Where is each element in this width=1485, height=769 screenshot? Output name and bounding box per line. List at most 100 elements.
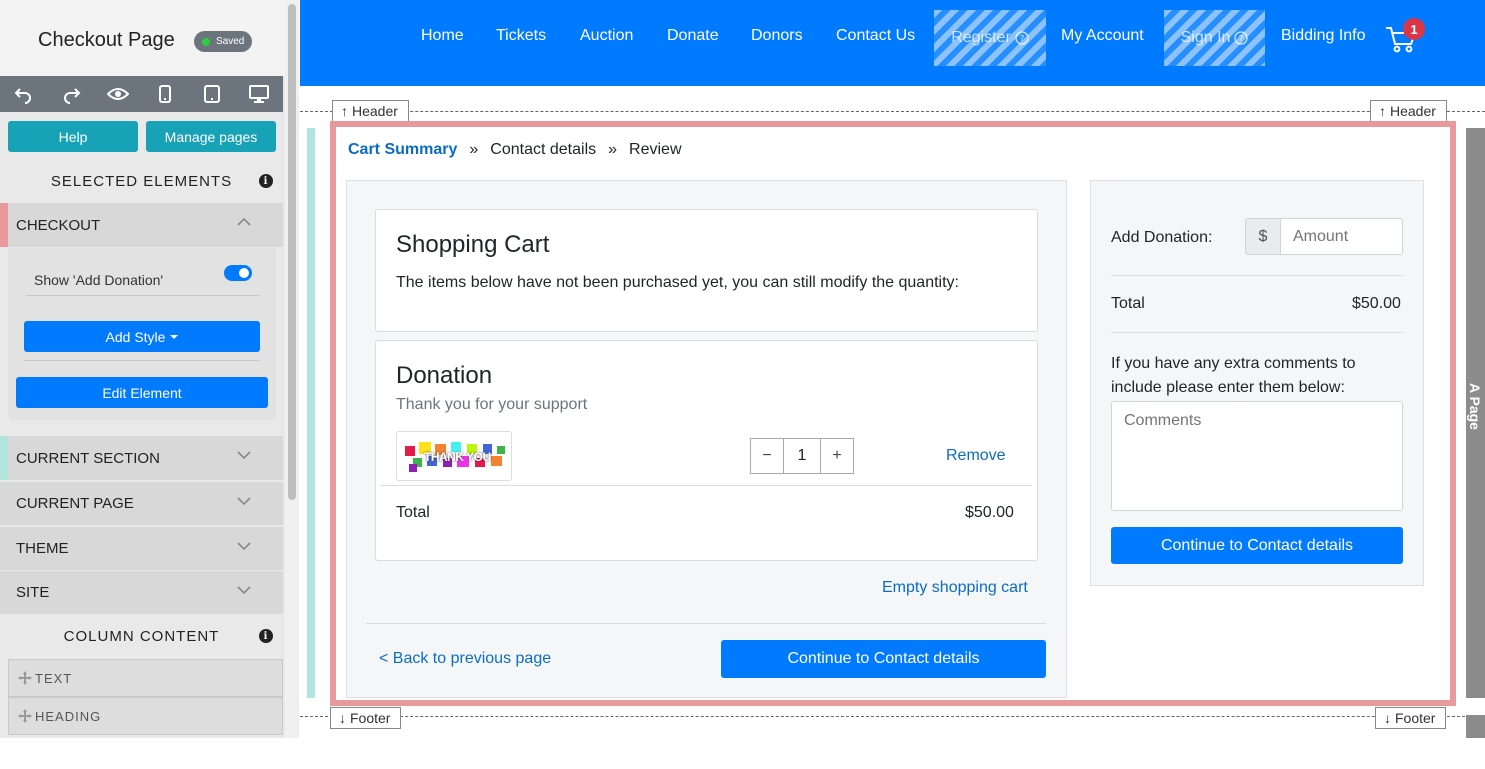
nav-auction[interactable]: Auction (580, 27, 633, 45)
header-marker-left[interactable]: ↑ Header (332, 100, 409, 122)
quantity-stepper: − 1 + (750, 438, 854, 474)
breadcrumb-separator: » (608, 141, 618, 158)
increase-quantity-button[interactable]: + (821, 439, 853, 473)
header-marker-label: Header (352, 103, 398, 119)
comments-prompt: If you have any extra comments to includ… (1111, 355, 1356, 396)
caret-down-icon (170, 334, 179, 339)
item-total-label: Total (396, 504, 430, 521)
drag-item-heading[interactable]: HEADING (8, 697, 283, 735)
redo-icon[interactable] (47, 76, 94, 112)
breadcrumb-contact-details: Contact details (490, 141, 597, 158)
show-add-donation-row: Show 'Add Donation' (26, 264, 260, 296)
add-donation-label: Add Donation: (1111, 229, 1213, 246)
divider (24, 360, 260, 361)
empty-cart-link[interactable]: Empty shopping cart (882, 579, 1028, 597)
header-marker-label: Header (1390, 103, 1436, 119)
arrow-up-icon: ↑ (1379, 103, 1386, 119)
accordion-checkout-label: CHECKOUT (16, 216, 101, 234)
desktop-view-icon[interactable] (236, 76, 283, 112)
scrollbar-thumb[interactable] (288, 4, 296, 500)
shopping-cart-intro-text: The items below have not been purchased … (396, 274, 959, 291)
show-add-donation-toggle[interactable] (224, 265, 252, 281)
sidebar-header: Checkout Page Saved (0, 0, 285, 76)
saved-label: Saved (216, 36, 245, 47)
move-icon (18, 671, 32, 685)
column-content-label: COLUMN CONTENT (63, 627, 220, 645)
sidebar-scrollbar[interactable] (285, 0, 299, 769)
nav-register-hidden[interactable]: Register ? (934, 10, 1046, 66)
summary-total-label: Total (1111, 295, 1145, 312)
help-button[interactable]: Help (8, 121, 138, 152)
page-indicator-strip[interactable]: A Page (1466, 128, 1485, 698)
preview-eye-icon[interactable] (94, 76, 141, 112)
screenshot-torn-edge (0, 738, 1485, 769)
info-icon[interactable]: i (259, 629, 273, 643)
undo-icon[interactable] (0, 76, 47, 112)
arrow-up-icon: ↑ (341, 103, 348, 119)
add-style-button[interactable]: Add Style (24, 321, 260, 352)
nav-donate[interactable]: Donate (667, 27, 719, 45)
nav-tickets[interactable]: Tickets (496, 27, 546, 45)
nav-contact-us[interactable]: Contact Us (836, 27, 915, 45)
tablet-view-icon[interactable] (189, 76, 236, 112)
mobile-view-icon[interactable] (142, 76, 189, 112)
show-add-donation-label: Show 'Add Donation' (34, 271, 164, 288)
column-content-heading: COLUMN CONTENT i (0, 616, 283, 656)
move-icon (18, 709, 32, 723)
drag-item-text[interactable]: TEXT (8, 659, 283, 697)
accordion-site[interactable]: SITE (0, 570, 283, 614)
edit-element-button[interactable]: Edit Element (16, 377, 268, 408)
svg-text:?: ? (1239, 35, 1244, 45)
info-icon[interactable]: i (259, 174, 273, 188)
arrow-down-icon: ↓ (1384, 710, 1391, 726)
quantity-value[interactable]: 1 (783, 439, 821, 473)
summary-continue-button[interactable]: Continue to Contact details (1111, 527, 1403, 564)
nav-home[interactable]: Home (421, 27, 464, 45)
status-dot-icon (202, 37, 210, 46)
nav-donors[interactable]: Donors (751, 27, 803, 45)
divider (366, 623, 1046, 624)
accordion-theme[interactable]: THEME (0, 526, 283, 570)
accordion-theme-label: THEME (16, 540, 69, 557)
footer-marker-left[interactable]: ↓ Footer (330, 707, 402, 729)
accordion-site-label: SITE (16, 584, 50, 601)
breadcrumb-cart-summary[interactable]: Cart Summary (348, 141, 457, 158)
help-circle-icon: ? (1015, 31, 1029, 45)
checkout-breadcrumb: Cart Summary » Contact details » Review (348, 141, 682, 159)
page-strip-label: A Page (1467, 383, 1483, 430)
comments-textarea[interactable] (1111, 401, 1403, 511)
remove-item-link[interactable]: Remove (946, 447, 1006, 465)
nav-register-label: Register (951, 29, 1011, 46)
arrow-down-icon: ↓ (339, 710, 346, 726)
footer-boundary (300, 716, 1485, 717)
nav-sign-in-label: Sign In (1180, 29, 1231, 46)
breadcrumb-review: Review (629, 141, 682, 158)
footer-marker-label: Footer (1395, 710, 1436, 726)
add-style-label: Add Style (105, 328, 166, 345)
drag-item-heading-label: HEADING (35, 708, 102, 724)
nav-sign-in-hidden[interactable]: Sign In ? (1164, 10, 1265, 66)
sidebar-action-buttons: Help Manage pages (8, 121, 276, 152)
header-boundary (300, 111, 1485, 112)
cart-count-badge: 1 (1403, 18, 1425, 40)
nav-bidding-info[interactable]: Bidding Info (1281, 27, 1366, 45)
decrease-quantity-button[interactable]: − (751, 439, 783, 473)
donation-amount-input[interactable] (1280, 218, 1403, 255)
divider (381, 485, 1032, 486)
divider (1111, 332, 1403, 333)
footer-marker-right[interactable]: ↓ Footer (1375, 707, 1447, 729)
summary-total-value: $50.00 (1352, 295, 1401, 312)
chevron-down-icon (237, 586, 251, 595)
editor-toolbar (0, 76, 283, 112)
header-marker-right[interactable]: ↑ Header (1370, 100, 1447, 122)
manage-pages-button[interactable]: Manage pages (146, 121, 276, 152)
continue-contact-details-button[interactable]: Continue to Contact details (721, 640, 1046, 678)
nav-my-account[interactable]: My Account (1061, 27, 1144, 45)
donation-item-title: Donation (396, 362, 493, 389)
accordion-current-section[interactable]: CURRENT SECTION (0, 436, 283, 480)
shopping-cart-intro-card (375, 209, 1038, 332)
selected-elements-heading: SELECTED ELEMENTS i (0, 161, 283, 201)
accordion-current-page[interactable]: CURRENT PAGE (0, 481, 283, 525)
accordion-checkout[interactable]: CHECKOUT (0, 203, 283, 247)
back-to-previous-link[interactable]: < Back to previous page (379, 650, 551, 668)
